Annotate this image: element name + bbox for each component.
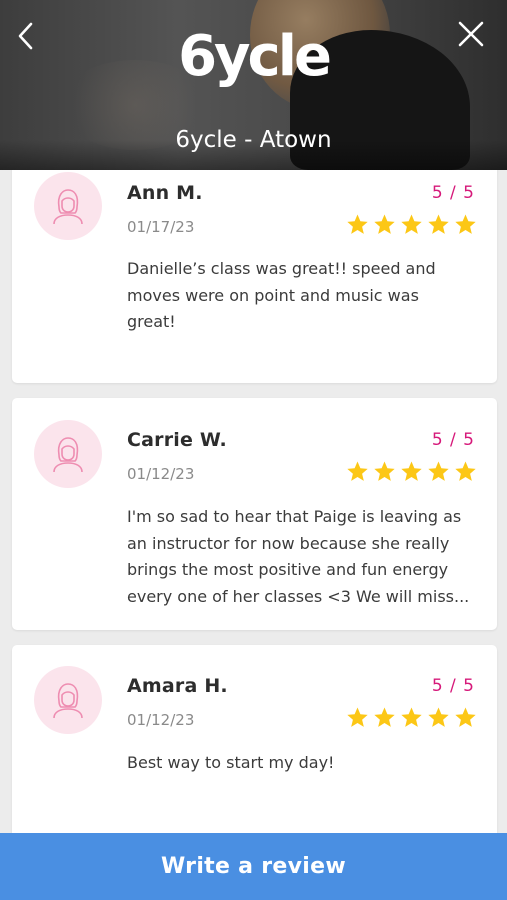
star-icon (347, 214, 368, 234)
star-icon (374, 707, 395, 727)
star-icon (428, 461, 449, 481)
review-date: 01/17/23 (127, 218, 195, 236)
star-icon (401, 214, 422, 234)
review-text: I'm so sad to hear that Paige is leaving… (127, 507, 470, 606)
star-rating (346, 460, 477, 483)
avatar (34, 666, 102, 734)
user-avatar-icon (53, 189, 83, 225)
avatar (34, 420, 102, 488)
star-icon (374, 461, 395, 481)
review-card: Amara H. 5 / 5 01/12/23 Best way to star… (12, 645, 497, 833)
review-card: Carrie W. 5 / 5 01/12/23 I'm so sad to h… (12, 398, 497, 630)
studio-header: 6ycle 6ycle - Atown (0, 0, 507, 170)
write-review-button[interactable]: Write a review (0, 833, 507, 900)
close-icon (458, 21, 484, 47)
review-text: Danielle’s class was great!! speed and m… (127, 259, 436, 331)
close-button[interactable] (455, 18, 487, 50)
reviewer-name: Ann M. (127, 182, 203, 204)
review-text: Best way to start my day! (127, 753, 335, 772)
reviewer-name: Amara H. (127, 675, 228, 697)
star-rating (346, 706, 477, 729)
star-icon (347, 461, 368, 481)
review-date: 01/12/23 (127, 711, 195, 729)
review-list[interactable]: Ann M. 5 / 5 01/17/23 Danielle’s class w… (0, 170, 507, 833)
star-icon (374, 214, 395, 234)
user-avatar-icon (53, 683, 83, 719)
star-icon (428, 707, 449, 727)
star-icon (455, 461, 476, 481)
star-rating (346, 213, 477, 236)
star-icon (455, 707, 476, 727)
rating-score: 5 / 5 (431, 430, 475, 450)
review-card: Ann M. 5 / 5 01/17/23 Danielle’s class w… (12, 170, 497, 383)
rating-score: 5 / 5 (431, 676, 475, 696)
brand-logo: 6ycle (178, 24, 332, 89)
avatar (34, 172, 102, 240)
star-icon (401, 461, 422, 481)
star-icon (347, 707, 368, 727)
rating-score: 5 / 5 (431, 183, 475, 203)
star-icon (428, 214, 449, 234)
user-avatar-icon (53, 437, 83, 473)
reviewer-name: Carrie W. (127, 429, 227, 451)
star-icon (455, 214, 476, 234)
studio-name: 6ycle - Atown (175, 127, 332, 153)
star-icon (401, 707, 422, 727)
review-date: 01/12/23 (127, 465, 195, 483)
